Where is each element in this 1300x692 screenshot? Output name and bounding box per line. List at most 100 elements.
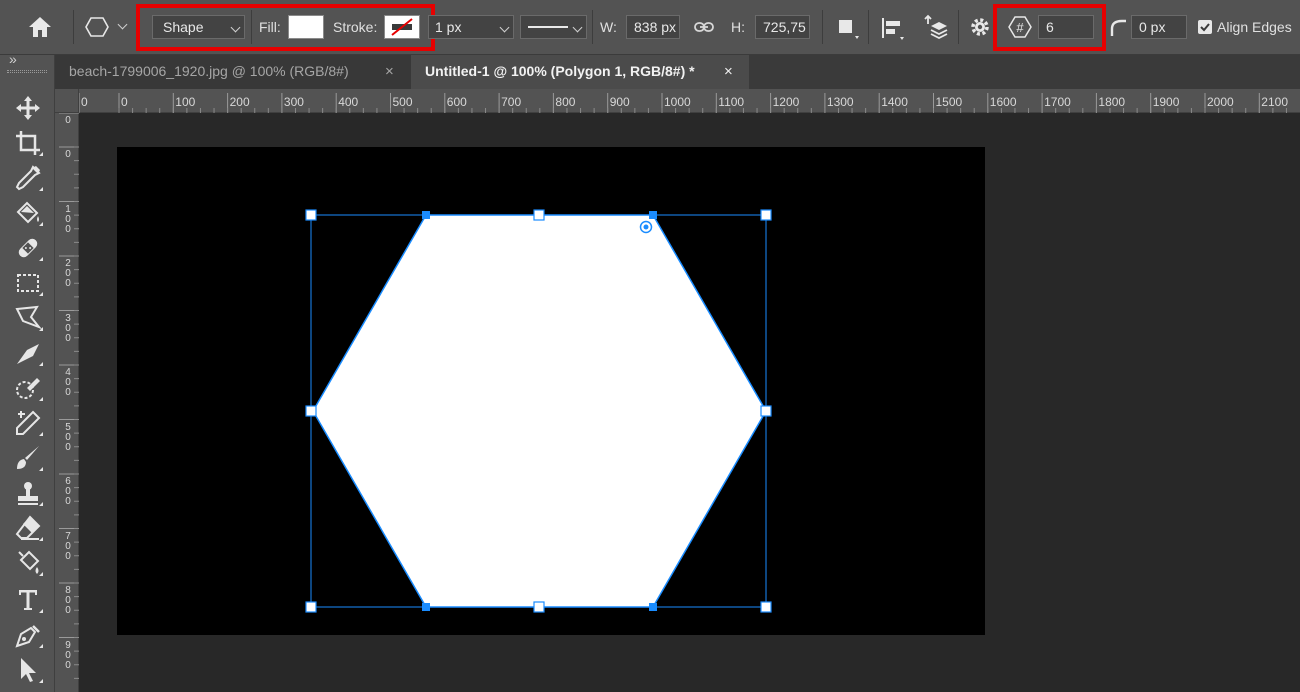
submenu-indicator	[39, 679, 43, 683]
submenu-indicator	[39, 187, 43, 191]
type-tool[interactable]	[13, 585, 43, 615]
marquee-tool[interactable]	[13, 268, 43, 298]
sides-value: 6	[1046, 19, 1054, 35]
checkmark-icon	[1200, 23, 1210, 32]
lasso-tool[interactable]	[13, 303, 43, 333]
horizontal-ruler[interactable]: 0 0 100 200 300 400 500 600 700 800 900 1000 1100 120…	[79, 89, 1300, 113]
mode-dropdown[interactable]: Shape	[152, 15, 245, 39]
submenu-indicator	[39, 362, 43, 366]
ruler-label: 300	[283, 95, 304, 109]
ruler-label: 0	[65, 149, 71, 160]
close-icon[interactable]: ×	[385, 56, 394, 88]
ruler-label: 1600	[989, 95, 1017, 109]
toolbar-grip[interactable]	[7, 70, 47, 73]
polygon-tool-icon	[85, 17, 109, 37]
ruler-label: 0	[121, 95, 128, 109]
ruler-label: 1400	[881, 95, 908, 109]
ruler-label: 200	[229, 95, 250, 109]
ruler-origin[interactable]	[55, 89, 79, 113]
path-operations-button[interactable]	[836, 17, 860, 41]
separator	[73, 10, 74, 44]
path-arrangement-button[interactable]	[921, 14, 949, 42]
crop-tool[interactable]	[13, 128, 43, 158]
clone-stamp-tool[interactable]	[13, 478, 43, 508]
eyedropper-tool[interactable]	[13, 163, 43, 193]
color-sampler-tool[interactable]	[13, 408, 43, 438]
stroke-type-dropdown[interactable]	[520, 15, 587, 39]
path-alignment-button[interactable]	[880, 16, 906, 42]
separator	[958, 10, 959, 44]
ruler-label: 2100	[1261, 95, 1288, 109]
path-selection-tool[interactable]	[13, 655, 43, 685]
ruler-label: 1500	[935, 95, 963, 109]
submenu-indicator	[39, 537, 43, 541]
ruler-label: 900	[609, 95, 630, 109]
vertical-ruler[interactable]: 0 0 100 200 300 400 500 600 700 800 900	[55, 113, 79, 692]
ruler-label: 0	[81, 95, 88, 109]
ruler-label: 1800	[1098, 95, 1126, 109]
move-tool[interactable]	[13, 93, 43, 123]
submenu-indicator	[39, 327, 43, 331]
tool-preset-picker[interactable]	[84, 14, 132, 40]
document-canvas[interactable]	[117, 147, 985, 635]
chevron-down-icon	[572, 22, 583, 33]
hexagon-shape[interactable]	[312, 214, 767, 608]
stroke-label: Stroke:	[333, 19, 378, 35]
stroke-width-field[interactable]: 1 px	[428, 15, 514, 39]
pen-tool[interactable]	[13, 338, 43, 368]
home-button[interactable]	[26, 14, 54, 40]
fill-tool[interactable]	[13, 548, 43, 578]
separator	[592, 10, 593, 44]
submenu-indicator	[39, 644, 43, 648]
canvas-workspace[interactable]	[79, 113, 1300, 692]
healing-brush-tool[interactable]	[13, 233, 43, 263]
height-value: 725,75	[763, 19, 806, 35]
ruler-label: 800	[555, 95, 576, 109]
corner-radius-value: 0 px	[1139, 19, 1166, 35]
ruler-label: 500	[392, 95, 413, 109]
fill-swatch[interactable]	[288, 15, 324, 39]
close-icon[interactable]: ×	[724, 56, 733, 88]
quick-selection-tool[interactable]	[13, 373, 43, 403]
panel-collapse-toggle[interactable]: »	[9, 51, 17, 67]
ruler-label: 1900	[1152, 95, 1180, 109]
tab-label: Untitled-1 @ 100% (Polygon 1, RGB/8#) *	[425, 63, 695, 79]
submenu-indicator	[39, 502, 43, 506]
pen-path-tool[interactable]	[13, 620, 43, 650]
solid-line-icon	[528, 26, 568, 28]
width-value: 838 px	[634, 19, 677, 35]
tab-label: beach-1799006_1920.jpg @ 100% (RGB/8#)	[69, 63, 349, 79]
height-input[interactable]: 725,75	[755, 15, 810, 39]
chevron-down-icon	[499, 22, 510, 33]
corner-radius-input[interactable]: 0 px	[1131, 15, 1187, 39]
ruler-label: 1000	[664, 95, 691, 109]
link-icon	[694, 22, 714, 32]
chevron-down-icon	[230, 22, 241, 33]
align-edges-label: Align Edges	[1217, 19, 1292, 35]
ruler-label: 0	[65, 115, 71, 126]
no-stroke-icon	[391, 18, 413, 36]
fill-label: Fill:	[259, 19, 281, 35]
submenu-indicator	[39, 432, 43, 436]
stroke-swatch[interactable]	[384, 15, 420, 39]
brush-tool[interactable]	[13, 443, 43, 473]
height-label: H:	[731, 19, 745, 35]
tab-untitled-document[interactable]: Untitled-1 @ 100% (Polygon 1, RGB/8#) * …	[411, 55, 749, 89]
corner-radius-widget[interactable]	[639, 220, 653, 234]
width-input[interactable]: 838 px	[626, 15, 680, 39]
ruler-label: 1700	[1044, 95, 1071, 109]
paint-bucket-tool[interactable]	[13, 198, 43, 228]
ruler-label: 400	[338, 95, 359, 109]
ruler-label: 1100	[718, 95, 745, 109]
stroke-width-value: 1 px	[435, 19, 462, 35]
eraser-tool[interactable]	[13, 513, 43, 543]
canvas-artwork	[305, 209, 772, 613]
tab-beach-document[interactable]: beach-1799006_1920.jpg @ 100% (RGB/8#) ×	[55, 55, 411, 89]
polygon-sides-icon: #	[1008, 16, 1032, 38]
link-dimensions-button[interactable]	[693, 18, 715, 36]
number-of-sides-control[interactable]: #	[1006, 13, 1034, 41]
sides-input[interactable]: 6	[1038, 15, 1094, 39]
settings-button[interactable]	[968, 15, 992, 39]
align-edges-checkbox[interactable]	[1198, 20, 1212, 34]
width-label: W:	[600, 19, 617, 35]
